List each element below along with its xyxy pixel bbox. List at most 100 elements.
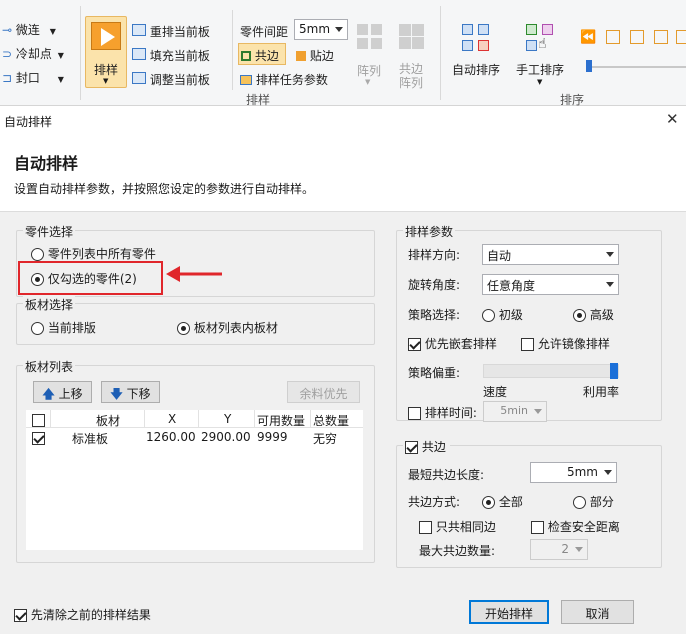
check-safe-checkbox[interactable] <box>531 521 544 534</box>
micro-joint-icon: ⊸ <box>2 23 13 37</box>
renest-current-button[interactable]: 重排当前板 <box>132 23 210 40</box>
manual-sort-button[interactable]: 手工排序 <box>516 61 564 78</box>
radio-strategy-basic[interactable] <box>482 309 495 322</box>
col-header-sheet[interactable]: 板材 <box>96 412 120 429</box>
adjust-current-button[interactable]: 调整当前板 <box>132 71 210 88</box>
cancel-button[interactable]: 取消 <box>561 600 634 624</box>
table-row[interactable]: 标准板 1260.00 2900.00 9999 无穷 <box>26 429 363 447</box>
radio-current-layout[interactable] <box>31 322 44 335</box>
task-params-button[interactable]: 排样任务参数 <box>240 71 328 88</box>
radio-sheet-list[interactable] <box>177 322 190 335</box>
radio-mode-all[interactable] <box>482 496 495 509</box>
radio-mode-partial[interactable] <box>573 496 586 509</box>
bias-slider-thumb[interactable] <box>610 363 618 379</box>
task-params-icon <box>240 75 252 85</box>
mode-partial-option[interactable]: 部分 <box>573 493 614 510</box>
strategy-label: 策略选择: <box>408 308 461 322</box>
prefer-nesting-checkbox[interactable] <box>408 338 421 351</box>
strategy-basic-option[interactable]: 初级 <box>482 306 523 323</box>
sort-step-icon-4[interactable] <box>676 30 686 44</box>
paste-edge-button[interactable]: 贴边 <box>296 47 334 64</box>
separator <box>232 10 233 90</box>
sort-step-icon-3[interactable] <box>654 30 668 44</box>
nest-time-select[interactable]: 5min <box>483 401 547 422</box>
nest-params-group: 排样参数 排样方向: 自动 旋转角度: 任意角度 策略选择: 初级 高级 优先嵌… <box>396 223 662 422</box>
mode-label: 共边方式: <box>408 495 461 509</box>
common-edge-checkbox[interactable] <box>405 441 418 454</box>
move-down-button[interactable]: 🡇 下移 <box>101 381 160 403</box>
table-header: 板材 X Y 可用数量 总数量 <box>26 410 363 428</box>
cooling-point-item[interactable]: ⊃ 冷却点 ▼ <box>2 45 64 62</box>
rewind-icon[interactable]: ⏪ <box>580 30 596 45</box>
seal-label: 封口 <box>15 71 40 85</box>
dialog-description: 设置自动排样参数，并按照您设定的参数进行自动排样。 <box>14 182 315 196</box>
array-icon <box>357 24 383 50</box>
prefer-nesting-option[interactable]: 优先嵌套排样 <box>408 335 497 352</box>
close-icon[interactable]: ✕ <box>666 110 679 128</box>
check-safe-option[interactable]: 检查安全距离 <box>531 518 620 535</box>
same-edge-only-option[interactable]: 只共相同边 <box>419 518 496 535</box>
strategy-advanced-option[interactable]: 高级 <box>573 306 614 323</box>
common-edge-group: 共边 最短共边长度: 5mm 共边方式: 全部 部分 只共相同边 检查安全距离 … <box>396 438 662 568</box>
col-header-available[interactable]: 可用数量 <box>257 412 305 429</box>
max-count-select[interactable]: 2 <box>530 539 588 560</box>
micro-joint-item[interactable]: ⊸ 微连 ▼ <box>2 21 56 38</box>
chevron-down-icon <box>534 409 542 414</box>
radio-all-parts[interactable] <box>31 248 44 261</box>
seal-item[interactable]: ⊐ 封口 ▼ <box>2 69 64 86</box>
auto-sort-button[interactable]: 自动排序 <box>452 61 500 78</box>
fill-icon <box>132 48 146 60</box>
paste-edge-icon <box>296 51 306 61</box>
row-checkbox[interactable] <box>32 432 45 445</box>
allow-mirror-option[interactable]: 允许镜像排样 <box>521 335 610 352</box>
cooling-point-icon: ⊃ <box>2 47 13 61</box>
common-edge-toggle[interactable]: 共边 <box>238 43 286 65</box>
nest-button[interactable]: 排样 ▼ <box>85 16 127 88</box>
bias-slider[interactable] <box>483 363 619 379</box>
sort-step-icon-2[interactable] <box>630 30 644 44</box>
adjust-label: 调整当前板 <box>149 73 210 87</box>
chevron-down-icon: ▼ <box>537 78 543 86</box>
direction-select[interactable]: 自动 <box>482 244 619 265</box>
max-count-label: 最大共边数量: <box>419 544 496 558</box>
clear-previous-option[interactable]: 先清除之前的排样结果 <box>14 606 151 623</box>
adjust-icon <box>132 72 146 84</box>
bias-speed-label: 速度 <box>483 385 508 399</box>
start-nest-button[interactable]: 开始排样 <box>469 600 549 624</box>
min-length-select[interactable]: 5mm <box>530 462 617 483</box>
sort-slider-track[interactable] <box>588 66 686 68</box>
separator <box>80 6 81 100</box>
remnant-first-button[interactable]: 余料优先 <box>287 381 360 403</box>
common-edge-title[interactable]: 共边 <box>403 438 450 455</box>
col-header-y[interactable]: Y <box>224 412 231 426</box>
rotation-select[interactable]: 任意角度 <box>482 274 619 295</box>
col-header-total[interactable]: 总数量 <box>313 412 349 429</box>
sort-slider-thumb[interactable] <box>586 60 592 72</box>
part-option-all[interactable]: 零件列表中所有零件 <box>31 245 156 262</box>
header-checkbox[interactable] <box>32 414 45 427</box>
fill-current-button[interactable]: 填充当前板 <box>132 47 210 64</box>
same-edge-only-label: 只共相同边 <box>435 520 496 534</box>
col-header-x[interactable]: X <box>168 412 176 426</box>
dialog-header: 自动排样 设置自动排样参数，并按照您设定的参数进行自动排样。 <box>0 134 686 212</box>
dialog-titlebar: 自动排样 ✕ <box>0 106 686 134</box>
chevron-down-icon: ▼ <box>365 78 371 86</box>
radio-strategy-advanced[interactable] <box>573 309 586 322</box>
part-spacing-label: 零件间距 <box>240 25 289 39</box>
clear-previous-checkbox[interactable] <box>14 609 27 622</box>
move-up-button[interactable]: 🡅 上移 <box>33 381 92 403</box>
nest-time-checkbox[interactable] <box>408 407 421 420</box>
same-edge-only-checkbox[interactable] <box>419 521 432 534</box>
common-edge-title-label: 共边 <box>421 440 446 454</box>
array-button-label[interactable]: 阵列 <box>357 62 381 79</box>
red-arrow-icon <box>166 266 222 282</box>
mode-all-option[interactable]: 全部 <box>482 493 523 510</box>
sort-step-icon-1[interactable] <box>606 30 620 44</box>
nest-time-option[interactable]: 排样时间: <box>408 404 477 421</box>
rotation-label: 旋转角度: <box>408 278 461 292</box>
part-spacing-select[interactable]: 5mm <box>294 19 348 40</box>
sheet-option-current[interactable]: 当前排版 <box>31 319 96 336</box>
allow-mirror-checkbox[interactable] <box>521 338 534 351</box>
task-params-label: 排样任务参数 <box>255 73 328 87</box>
sheet-option-list[interactable]: 板材列表内板材 <box>177 319 278 336</box>
